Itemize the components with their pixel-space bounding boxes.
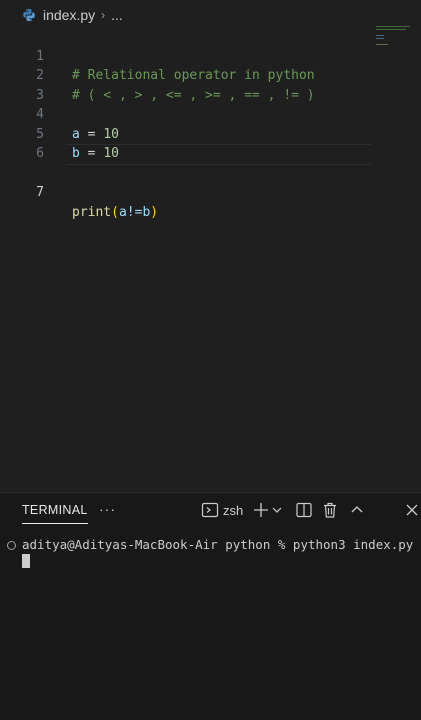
terminal-prompt-line: aditya@Adityas-MacBook-Air python % pyth… [22,537,414,552]
code-line: 5 b = 10 [0,105,421,162]
current-line-highlight [66,144,372,165]
code-editor[interactable]: 1 # Relational operator in python 2 # ( … [0,27,421,487]
code-text: print(a!=b) [72,203,158,223]
python-icon [23,8,35,22]
vscode-window: index.py › ... 1 # Relational operator i… [0,0,421,720]
breadcrumb-more[interactable]: ... [111,7,123,23]
code-line: 1 # Relational operator in python [0,27,421,84]
chevron-right-icon: › [101,8,106,22]
tab-terminal[interactable]: TERMINAL [22,503,88,524]
code-line: 4 a = 10 [0,86,421,142]
close-icon[interactable] [405,501,419,519]
code-paren: ( [111,204,119,220]
split-icon[interactable] [295,501,313,519]
code-paren: ) [150,204,159,220]
command-decoration-icon[interactable] [7,541,16,550]
breadcrumb-file[interactable]: index.py [43,7,95,23]
code-function: print [72,204,112,220]
chevron-down-icon[interactable] [271,501,283,519]
breadcrumb: index.py › ... [0,0,421,30]
shell-label[interactable]: zsh [223,503,243,518]
plus-icon[interactable] [252,501,270,519]
terminal-icon[interactable] [201,501,219,519]
panel-more-button[interactable]: ··· [99,501,116,517]
terminal-cursor [22,554,30,568]
code-line: 3 [0,66,421,103]
code-line: 6 [0,125,421,161]
code-line: 2 # ( < , > , <= , >= , == , != ) [0,47,421,103]
chevron-up-icon[interactable] [350,501,364,519]
panel-header: TERMINAL ··· zsh [0,493,421,528]
line-number: 7 [36,185,44,200]
terminal-panel[interactable]: TERMINAL ··· zsh aditya@Adityas-MacBook-… [0,492,421,720]
trash-icon[interactable] [321,501,339,519]
code-line-active: 7 print(a!=b) [0,144,421,220]
code-expression: a!=b [118,204,151,220]
